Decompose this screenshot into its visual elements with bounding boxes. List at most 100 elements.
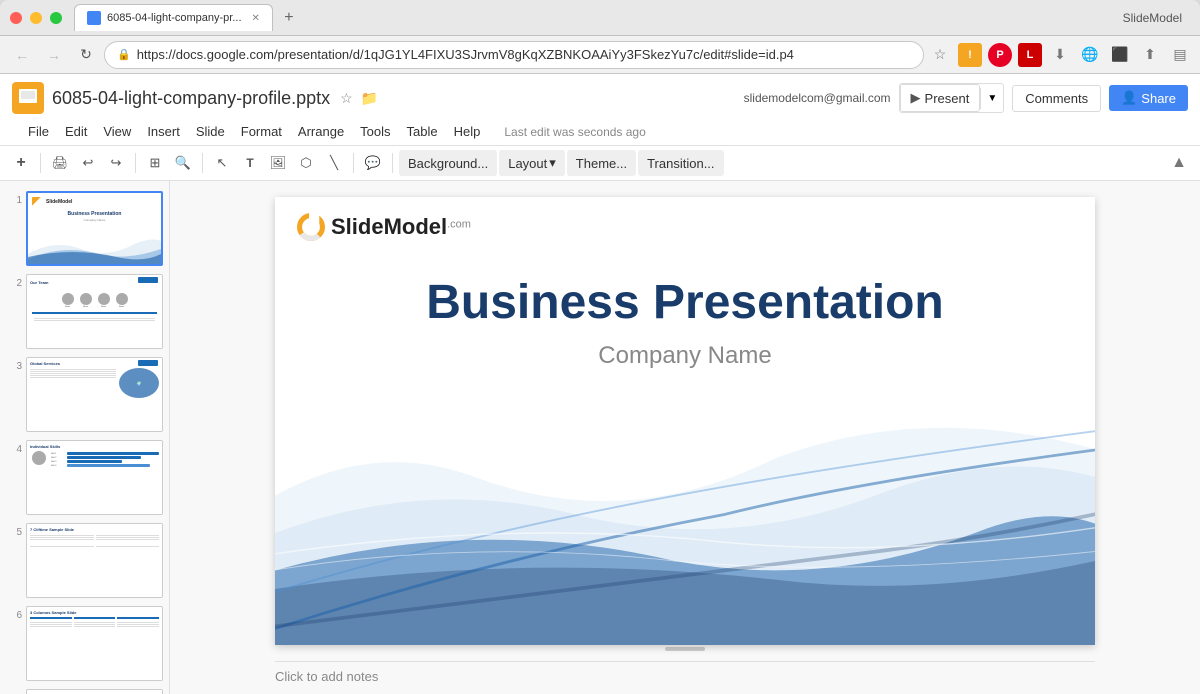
toolbar-sep-1 — [40, 153, 41, 173]
undo-button[interactable]: ↩ — [75, 150, 101, 176]
slide-thumb-7: Work Process Sample — [26, 689, 163, 694]
new-tab-button[interactable]: + — [277, 6, 301, 30]
extension-icon-2[interactable]: L — [1018, 43, 1042, 67]
extension-icon-7[interactable]: ▤ — [1168, 43, 1192, 67]
star-icon[interactable]: ☆ — [340, 90, 353, 107]
present-button[interactable]: ▶ Present — [900, 84, 981, 112]
background-button[interactable]: Background... — [399, 150, 497, 176]
logo-name: SlideModel — [331, 214, 447, 239]
comment-add-button[interactable]: 💬 — [360, 150, 386, 176]
slide-6[interactable]: 6 3 Columns Sample Slide — [4, 604, 165, 683]
extension-icon-6[interactable]: ⬆ — [1138, 43, 1162, 67]
menu-insert[interactable]: Insert — [139, 120, 188, 143]
layout-label: Layout — [508, 156, 547, 171]
collapse-toolbar-button[interactable]: ▲ — [1166, 150, 1192, 176]
comments-label: Comments — [1025, 91, 1088, 106]
bookmark-star-icon[interactable]: ☆ — [928, 43, 952, 67]
slide-3[interactable]: 3 Global Services — [4, 355, 165, 434]
slide-canvas[interactable]: SlideModel.com Business Presentation Com… — [275, 197, 1095, 645]
print-button[interactable]: 🖨 — [47, 150, 73, 176]
browser-tab[interactable]: 6085-04-light-company-pr... ✕ — [74, 4, 273, 31]
url-bar[interactable]: 🔒 https://docs.google.com/presentation/d… — [104, 41, 924, 69]
slide-7[interactable]: 7 Work Process Sample — [4, 687, 165, 694]
slide-1[interactable]: 1 SlideModel Business Presentation Compa… — [4, 189, 165, 268]
extension-icon-5[interactable]: ⬛ — [1108, 43, 1132, 67]
slide-5[interactable]: 5 7 Cliftime Sample Slide — [4, 521, 165, 600]
docs-header: 6085-04-light-company-profile.pptx ☆ 📁 s… — [0, 74, 1200, 146]
toolbar-sep-3 — [202, 153, 203, 173]
extension-icon-4[interactable]: 🌐 — [1078, 43, 1102, 67]
layout-chevron-icon: ▾ — [549, 155, 556, 171]
nav-bar: ← → ↻ 🔒 https://docs.google.com/presenta… — [0, 36, 1200, 74]
add-button[interactable]: + — [8, 150, 34, 176]
user-email: slidemodelcom@gmail.com — [744, 91, 891, 105]
forward-button[interactable]: → — [40, 41, 68, 69]
tab-title: 6085-04-light-company-pr... — [107, 12, 242, 24]
slide-thumb-4: Individual Skills Skill 1 — [26, 440, 163, 515]
docs-app-icon — [12, 82, 44, 114]
slide-4[interactable]: 4 Individual Skills Skill 1 — [4, 438, 165, 517]
wave-svg — [275, 421, 1095, 645]
menu-file[interactable]: File — [20, 120, 57, 143]
slide-thumb-1: SlideModel Business Presentation Company… — [26, 191, 163, 266]
menu-edit[interactable]: Edit — [57, 120, 95, 143]
share-button[interactable]: 👤 Share — [1109, 85, 1188, 111]
folder-icon[interactable]: 📁 — [361, 90, 378, 107]
logo-com: .com — [447, 219, 471, 231]
menu-tools[interactable]: Tools — [352, 120, 398, 143]
shapes-button[interactable]: ⬡ — [293, 150, 319, 176]
menu-format[interactable]: Format — [233, 120, 290, 143]
extension-icon-1[interactable]: ! — [958, 43, 982, 67]
notes-resize-handle[interactable] — [275, 645, 1095, 653]
file-name: 6085-04-light-company-profile.pptx — [52, 88, 330, 109]
comments-button[interactable]: Comments — [1012, 85, 1101, 112]
docs-app: 6085-04-light-company-profile.pptx ☆ 📁 s… — [0, 74, 1200, 694]
slidemodel-logo-icon — [295, 213, 327, 241]
maximize-button[interactable] — [50, 12, 62, 24]
slide-number-6: 6 — [6, 606, 22, 621]
window-title: SlideModel — [1123, 11, 1190, 25]
last-edit-status: Last edit was seconds ago — [504, 125, 645, 139]
menu-view[interactable]: View — [95, 120, 139, 143]
zoom-button[interactable]: 🔍 — [170, 150, 196, 176]
slide-number-5: 5 — [6, 523, 22, 538]
image-button[interactable]: 🖼 — [265, 150, 291, 176]
pinterest-icon[interactable]: P — [988, 43, 1012, 67]
slides-icon-svg — [14, 84, 42, 112]
text-button[interactable]: T — [237, 150, 263, 176]
slide-subtitle: Company Name — [275, 342, 1095, 370]
toolbar: + 🖨 ↩ ↪ ⊞ 🔍 ↖ T 🖼 ⬡ ╲ 💬 Background... La… — [0, 146, 1200, 181]
refresh-button[interactable]: ↻ — [72, 41, 100, 69]
tab-favicon-icon — [87, 11, 101, 25]
menu-help[interactable]: Help — [446, 120, 489, 143]
menu-slide[interactable]: Slide — [188, 120, 233, 143]
tab-close-icon[interactable]: ✕ — [252, 13, 260, 24]
menu-arrange[interactable]: Arrange — [290, 120, 352, 143]
back-button[interactable]: ← — [8, 41, 36, 69]
redo-button[interactable]: ↪ — [103, 150, 129, 176]
notes-divider — [275, 661, 1095, 662]
cursor-button[interactable]: ↖ — [209, 150, 235, 176]
tab-area: 6085-04-light-company-pr... ✕ + — [74, 4, 1123, 31]
select-button[interactable]: ⊞ — [142, 150, 168, 176]
slide-number-7: 7 — [6, 689, 22, 694]
extension-icon-3[interactable]: ⬇ — [1048, 43, 1072, 67]
slide-2[interactable]: 2 Our Team Name — [4, 272, 165, 351]
traffic-lights — [10, 12, 62, 24]
theme-button[interactable]: Theme... — [567, 150, 636, 176]
notes-placeholder[interactable]: Click to add notes — [275, 669, 378, 684]
slide-thumb-5: 7 Cliftime Sample Slide — [26, 523, 163, 598]
layout-button[interactable]: Layout ▾ — [499, 150, 565, 176]
canvas-area: SlideModel.com Business Presentation Com… — [170, 181, 1200, 694]
minimize-button[interactable] — [30, 12, 42, 24]
menu-table[interactable]: Table — [399, 120, 446, 143]
line-button[interactable]: ╲ — [321, 150, 347, 176]
url-text: https://docs.google.com/presentation/d/1… — [137, 47, 911, 62]
close-button[interactable] — [10, 12, 22, 24]
slide-number-3: 3 — [6, 357, 22, 372]
transition-button[interactable]: Transition... — [638, 150, 723, 176]
toolbar-sep-5 — [392, 153, 393, 173]
play-icon: ▶ — [911, 90, 921, 106]
slide-thumb-2: Our Team Name Name — [26, 274, 163, 349]
present-dropdown-button[interactable]: ▼ — [980, 88, 1003, 109]
